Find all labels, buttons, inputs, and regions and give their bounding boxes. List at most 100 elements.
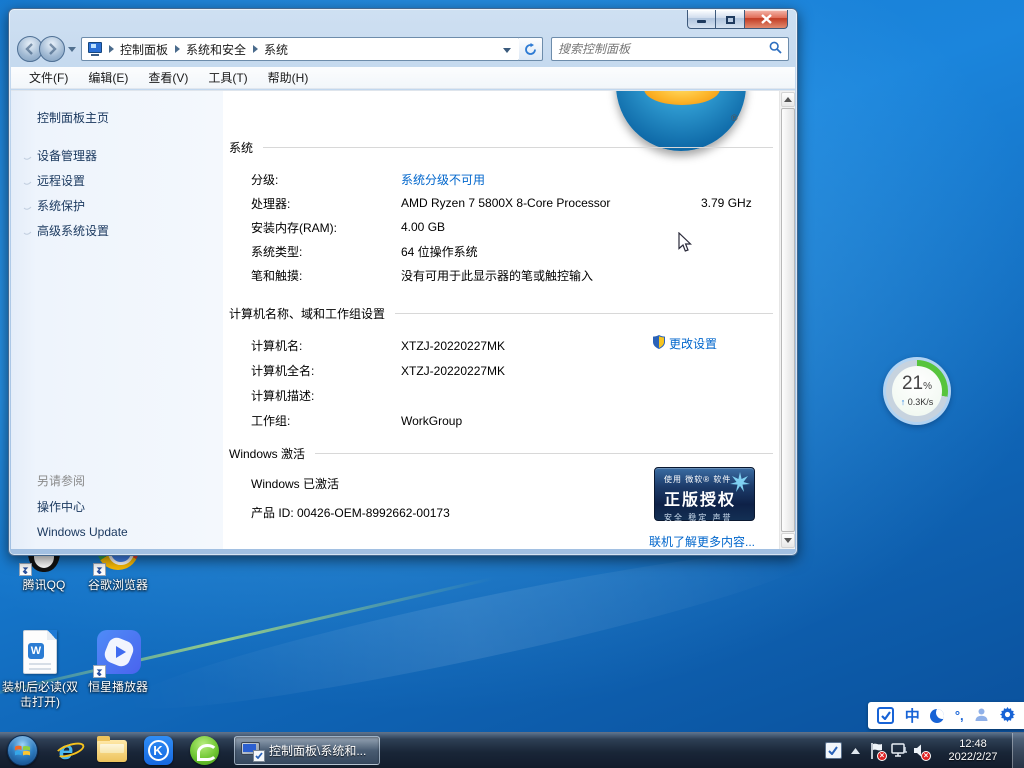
sidebar-item-label: 系统保护 xyxy=(37,197,85,214)
system-tray: × × 12:48 2022/2/27 xyxy=(822,733,1024,768)
show-desktop-button[interactable] xyxy=(1012,733,1024,768)
sidebar: 控制面板主页 设备管理器 远程设置 系统保护 xyxy=(11,91,223,549)
row-label: 系统类型: xyxy=(251,243,401,260)
progress-ring: 21% ↑ 0.3K/s xyxy=(886,360,948,422)
maximize-button[interactable] xyxy=(716,10,745,29)
scroll-up-button[interactable] xyxy=(781,92,795,107)
task-arrow-icon xyxy=(23,201,32,210)
sidebar-item-remote-settings[interactable]: 远程设置 xyxy=(37,168,109,193)
ime-fullwidth-moon-icon[interactable] xyxy=(930,709,944,723)
breadcrumb-system-security[interactable]: 系统和安全 xyxy=(180,41,252,58)
row-computer-fullname: 计算机全名: XTZJ-20220227MK xyxy=(229,358,773,383)
ime-logo-icon[interactable] xyxy=(877,707,894,724)
taskbar-k-app-icon[interactable]: K xyxy=(138,733,178,768)
taskbar-ie-icon[interactable]: e xyxy=(46,733,86,768)
action-center-flag-icon[interactable]: × xyxy=(866,733,888,768)
search-input[interactable] xyxy=(558,42,769,56)
search-icon[interactable] xyxy=(769,41,782,57)
search-box[interactable] xyxy=(551,37,789,61)
sidebar-tasks: 设备管理器 远程设置 系统保护 高级系统设置 xyxy=(37,143,109,243)
ime-user-icon[interactable] xyxy=(974,707,989,725)
address-bar[interactable]: 控制面板 系统和安全 系统 xyxy=(81,37,520,61)
task-arrow-icon xyxy=(23,151,32,160)
see-also-header: 另请参阅 xyxy=(37,467,128,493)
row-processor: 处理器: AMD Ryzen 7 5800X 8-Core Processor … xyxy=(229,191,773,215)
sidebar-item-label: 高级系统设置 xyxy=(37,222,109,239)
sidebar-item-action-center[interactable]: 操作中心 xyxy=(37,493,128,519)
desktop-icon-readme[interactable]: W 装机后必读(双击打开) xyxy=(0,630,82,710)
rating-unavailable-link[interactable]: 系统分级不可用 xyxy=(401,171,485,188)
taskbar-explorer-icon[interactable] xyxy=(92,733,132,768)
upload-arrow-icon: ↑ xyxy=(901,397,906,407)
clock-time: 12:48 xyxy=(938,738,1008,751)
menu-view[interactable]: 查看(V) xyxy=(138,67,198,88)
registered-trademark: ® xyxy=(731,113,738,123)
address-dropdown-icon[interactable] xyxy=(497,42,517,56)
show-hidden-icons-button[interactable] xyxy=(844,733,866,768)
sidebar-item-advanced-settings[interactable]: 高级系统设置 xyxy=(37,218,109,243)
section-rule xyxy=(263,147,773,148)
row-label: 计算机描述: xyxy=(251,387,401,404)
tray-checker-icon[interactable] xyxy=(822,733,844,768)
close-button[interactable] xyxy=(745,10,788,29)
sidebar-item-home[interactable]: 控制面板主页 xyxy=(37,109,109,126)
network-icon[interactable] xyxy=(888,733,910,768)
menu-tools[interactable]: 工具(T) xyxy=(198,67,257,88)
row-value: XTZJ-20220227MK xyxy=(401,339,505,353)
active-task-button[interactable]: 控制面板\系统和... xyxy=(234,736,380,765)
desktop-icon-label: 恒星播放器 xyxy=(76,680,160,695)
media-player-icon xyxy=(95,630,141,676)
desktop-icon-player[interactable]: 恒星播放器 xyxy=(76,630,160,695)
menu-help[interactable]: 帮助(H) xyxy=(258,67,319,88)
taskbar-browser360-icon[interactable] xyxy=(184,733,224,768)
genuine-windows-badge[interactable]: 使用 微软® 软件 正版授权 安全 稳定 声誉 xyxy=(654,467,755,521)
system-window-icon xyxy=(241,742,263,760)
volume-muted-icon[interactable]: × xyxy=(910,733,932,768)
refresh-button[interactable] xyxy=(519,37,543,61)
computer-icon xyxy=(87,41,105,57)
row-label: 处理器: xyxy=(251,195,401,212)
mute-badge: × xyxy=(921,751,931,761)
menu-edit[interactable]: 编辑(E) xyxy=(78,67,138,88)
memory-percent: 21 xyxy=(902,373,923,394)
row-rating: 分级: 系统分级不可用 xyxy=(229,167,773,191)
section-rule xyxy=(315,453,773,454)
memory-speed-ball-widget[interactable]: 21% ↑ 0.3K/s xyxy=(883,357,951,425)
scrollbar-thumb[interactable] xyxy=(781,108,795,532)
ime-mode-chinese[interactable]: 中 xyxy=(905,705,920,726)
menu-bar: 文件(F) 编辑(E) 查看(V) 工具(T) 帮助(H) xyxy=(11,67,795,89)
learn-more-link[interactable]: 联机了解更多内容... xyxy=(649,533,755,549)
sidebar-item-windows-update[interactable]: Windows Update xyxy=(37,519,128,545)
minimize-button[interactable] xyxy=(687,10,716,29)
row-value: AMD Ryzen 7 5800X 8-Core Processor xyxy=(401,196,610,210)
row-workgroup: 工作组: WorkGroup xyxy=(229,408,773,433)
sidebar-item-system-protection[interactable]: 系统保护 xyxy=(37,193,109,218)
window-client-area: 控制面板主页 设备管理器 远程设置 系统保护 xyxy=(11,90,795,549)
breadcrumb-control-panel[interactable]: 控制面板 xyxy=(114,41,174,58)
scroll-down-button[interactable] xyxy=(781,533,795,548)
breadcrumb-system[interactable]: 系统 xyxy=(258,41,294,58)
upload-speed: 0.3K/s xyxy=(908,397,934,407)
forward-button[interactable] xyxy=(39,36,65,62)
desktop-icon-label: 腾讯QQ xyxy=(2,578,86,593)
genuine-star-icon xyxy=(729,471,751,493)
sidebar-see-also: 另请参阅 操作中心 Windows Update xyxy=(37,467,128,545)
recent-pages-dropdown[interactable] xyxy=(67,47,77,52)
screen: 腾讯QQ 谷歌浏览器 W 装机后必读(双击打开) 恒星播放器 xyxy=(0,0,1024,768)
percent-sign: % xyxy=(923,381,932,392)
start-button[interactable] xyxy=(4,733,40,768)
badge-line3: 安全 稳定 声誉 xyxy=(664,512,746,523)
section-rule xyxy=(395,313,773,314)
menu-file[interactable]: 文件(F) xyxy=(19,67,78,88)
desktop-icon-label: 谷歌浏览器 xyxy=(76,578,160,593)
ime-punctuation-icon[interactable]: °, xyxy=(955,708,964,723)
row-computer-name: 计算机名: XTZJ-20220227MK xyxy=(229,333,773,358)
sidebar-item-device-manager[interactable]: 设备管理器 xyxy=(37,143,109,168)
row-label: 计算机全名: xyxy=(251,362,401,379)
section-activation: Windows 激活 Windows 已激活 产品 ID: 00426-OEM-… xyxy=(229,445,773,521)
ime-settings-gear-icon[interactable] xyxy=(1000,707,1015,725)
vertical-scrollbar[interactable] xyxy=(779,91,795,549)
row-label: 工作组: xyxy=(251,412,401,429)
main-content: ® 系统 分级: 系统分级不可用 处理器: AMD Ry xyxy=(223,91,779,549)
taskbar-clock[interactable]: 12:48 2022/2/27 xyxy=(938,738,1008,764)
